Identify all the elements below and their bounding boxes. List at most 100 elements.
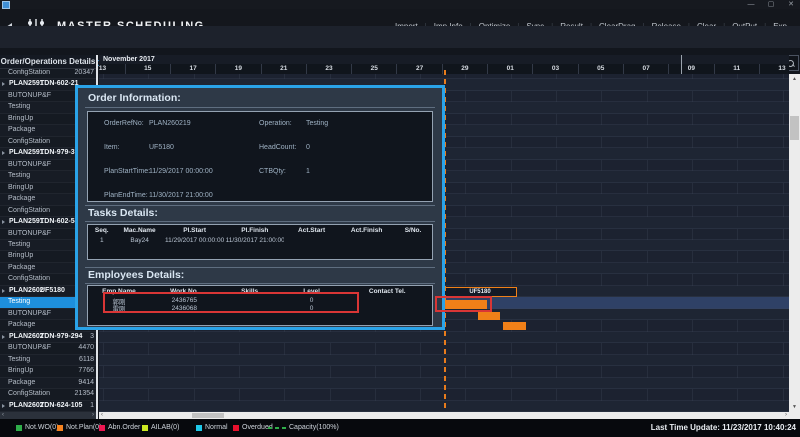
- horizontal-scroll-thumb[interactable]: [192, 413, 224, 418]
- order-row[interactable]: PLAN2602TDN-624-1051: [0, 401, 96, 412]
- row-name: PLAN2602: [9, 333, 44, 340]
- order-row[interactable]: PLAN2602TDN-979-294 3: [0, 332, 96, 343]
- expand-icon[interactable]: [2, 404, 5, 408]
- row-name: Testing: [8, 356, 30, 363]
- legend-label: AILAB(0): [151, 424, 179, 431]
- field-value: PLAN260219: [149, 120, 191, 127]
- legend-item-normal: Normal: [196, 424, 228, 431]
- expand-icon[interactable]: [2, 151, 5, 155]
- row-name: BringUp: [8, 367, 33, 374]
- date-tick: 17: [171, 64, 216, 74]
- operation-row[interactable]: ConfigStation21354: [0, 389, 96, 400]
- row-name: Testing: [8, 172, 30, 179]
- tasks-title: Tasks Details:: [88, 207, 158, 219]
- month-boundary-line: [681, 55, 682, 74]
- date-tick: 11: [715, 64, 760, 74]
- row-qty: 7766: [78, 367, 94, 374]
- row-qty: 3: [90, 333, 94, 340]
- left-panel-title: Order/Operations Details: [0, 55, 96, 69]
- order-detail-popup: Order Information: OrderRefNo:PLAN260219…: [75, 85, 445, 330]
- operation-row[interactable]: BringUp 7766: [0, 366, 96, 377]
- operation-row[interactable]: Testing6118: [0, 355, 96, 366]
- field-label: PlanEndTime:: [104, 192, 148, 199]
- row-name: PLAN2602: [9, 287, 44, 294]
- legend-item-abnorder: Abn.Order: [99, 424, 140, 431]
- expand-icon[interactable]: [2, 289, 5, 293]
- task-bar[interactable]: [503, 322, 526, 330]
- expand-icon[interactable]: [2, 82, 5, 86]
- column-header: Mac.Name: [116, 227, 164, 234]
- row-name: ConfigStation: [8, 275, 50, 282]
- chart-scroll-left-icon[interactable]: ‹: [101, 412, 103, 419]
- vertical-scroll-thumb[interactable]: [790, 116, 799, 140]
- row-name: ConfigStation: [8, 69, 50, 76]
- column-header: Seq.: [88, 227, 116, 234]
- table-header-row: Seq.Mac.NamePl.StartPl.FinishAct.StartAc…: [88, 225, 432, 236]
- column-header: Act.Start: [284, 227, 339, 234]
- legend-label: Normal: [205, 424, 228, 431]
- operation-row[interactable]: Package9414: [0, 378, 96, 389]
- legend-swatch: [196, 425, 202, 431]
- field-label: OrderRefNo:: [104, 120, 144, 127]
- field-value: 1: [306, 168, 310, 175]
- minimize-button[interactable]: —: [744, 0, 758, 9]
- row-name: BringUp: [8, 252, 33, 259]
- panel-scroll-left-icon[interactable]: ‹: [2, 412, 4, 419]
- row-name: PLAN2602: [9, 402, 44, 409]
- row-item: TDN-979-37: [40, 149, 79, 156]
- column-header: S/No.: [394, 227, 432, 234]
- expand-icon[interactable]: [2, 220, 5, 224]
- row-item: TDN-602-21: [40, 80, 79, 87]
- row-name: BringUp: [8, 184, 33, 191]
- row-qty: 9414: [78, 379, 94, 386]
- row-name: ConfigStation: [8, 207, 50, 214]
- date-tick: 15: [126, 64, 171, 74]
- row-item: TDN-624-105: [40, 402, 82, 409]
- legend-swatch: [233, 425, 239, 431]
- row-item: TDN-979-294: [40, 333, 82, 340]
- row-name: PLAN2591: [9, 80, 44, 87]
- expand-icon[interactable]: [2, 335, 5, 339]
- column-header: Pl.Finish: [226, 227, 284, 234]
- close-button[interactable]: ✕: [784, 0, 798, 9]
- panel-horizontal-scrollbar[interactable]: ‹ ›: [0, 412, 96, 419]
- timeline-month-row: November 2017: [99, 55, 789, 64]
- legend-label: Not.Plan(0): [66, 424, 101, 431]
- date-tick: 29: [443, 64, 488, 74]
- row-name: Package: [8, 321, 35, 328]
- row-name: BUTONUP&F: [8, 92, 51, 99]
- employee-rows-highlight: [103, 292, 359, 313]
- date-tick: 03: [533, 64, 578, 74]
- section-divider: [85, 267, 435, 268]
- legend-item-capacity100: Capacity(100%): [268, 424, 339, 431]
- row-qty: 4470: [78, 344, 94, 351]
- field-value: 0: [306, 144, 310, 151]
- chart-horizontal-scrollbar[interactable]: ‹ ›: [99, 412, 789, 419]
- master-scheduling-app: — ▢ ✕ MASTER SCHEDULING Import|Imp.Info|Op…: [0, 0, 800, 437]
- row-name: Package: [8, 195, 35, 202]
- scroll-up-icon[interactable]: ▲: [789, 74, 800, 84]
- field-label: CTBQty:: [259, 168, 286, 175]
- row-name: Package: [8, 264, 35, 271]
- operation-row[interactable]: ConfigStation 20347: [0, 68, 96, 79]
- employees-title: Employees Details:: [88, 269, 184, 281]
- maximize-button[interactable]: ▢: [764, 0, 778, 9]
- task-bar[interactable]: [478, 312, 500, 320]
- app-window-icon: [2, 1, 10, 9]
- month-label: November 2017: [103, 56, 155, 63]
- date-tick: 01: [488, 64, 533, 74]
- table-cell: Bay24: [116, 237, 164, 244]
- operation-row[interactable]: BUTONUP&F4470: [0, 343, 96, 354]
- field-value: 11/30/2017 21:00:00: [149, 192, 213, 199]
- date-tick: 13: [99, 64, 126, 74]
- row-name: PLAN2591: [9, 149, 44, 156]
- panel-scroll-right-icon[interactable]: ›: [92, 412, 94, 419]
- row-qty: 20347: [75, 69, 94, 76]
- chart-vertical-scrollbar[interactable]: ▲ ▼: [789, 74, 800, 412]
- field-label: HeadCount:: [259, 144, 296, 151]
- row-name: Testing: [8, 103, 30, 110]
- chart-scroll-right-icon[interactable]: ›: [785, 412, 787, 419]
- date-tick: 05: [579, 64, 624, 74]
- scroll-down-icon[interactable]: ▼: [789, 402, 800, 412]
- app-header: MASTER SCHEDULING Import|Imp.Info|Optimi…: [0, 9, 800, 26]
